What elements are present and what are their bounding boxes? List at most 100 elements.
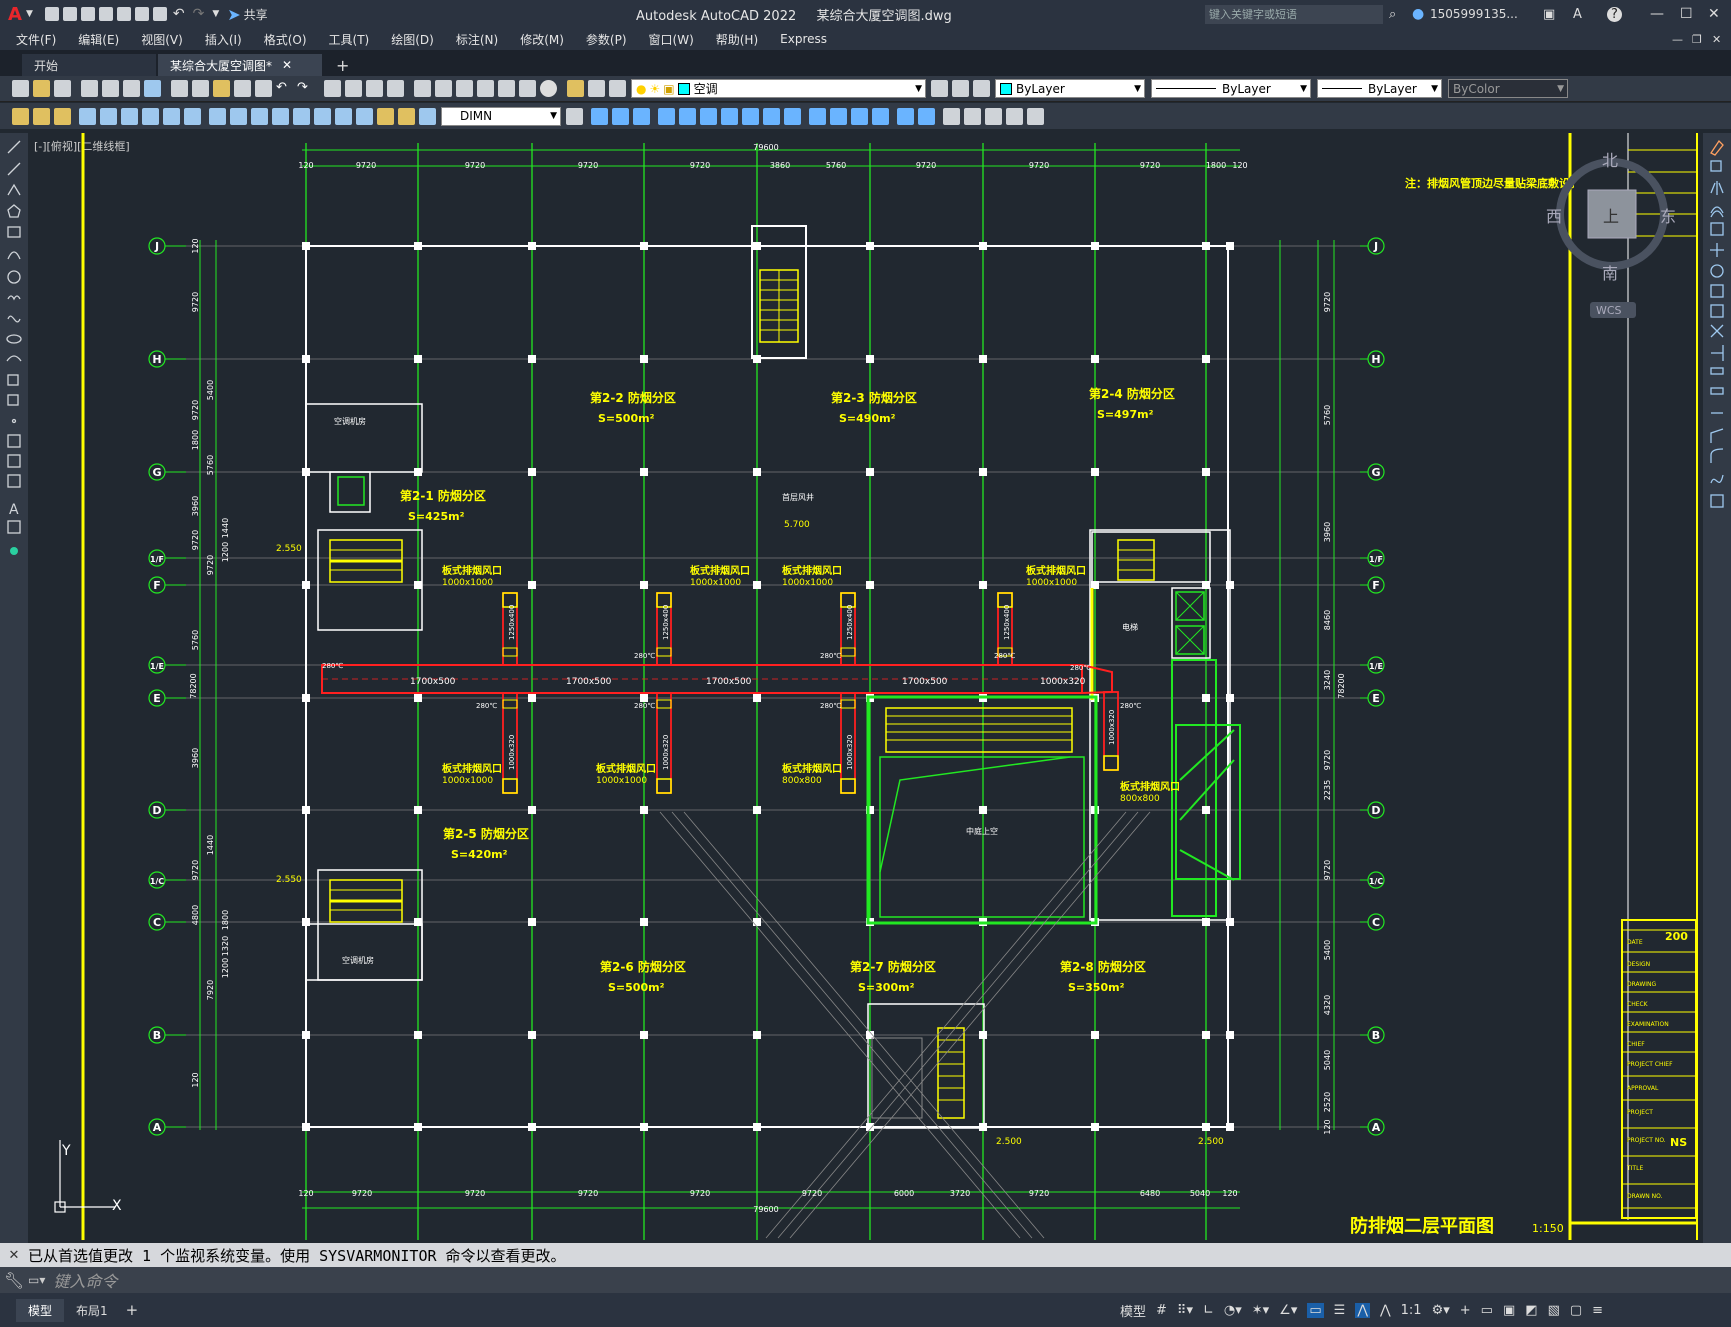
- tolerance-icon[interactable]: [293, 107, 310, 125]
- autocad-logo[interactable]: A: [8, 4, 22, 25]
- sheet-set-icon[interactable]: [477, 80, 494, 97]
- tab-start[interactable]: 开始: [22, 54, 156, 76]
- wrench-icon[interactable]: 🔧︎: [0, 1271, 28, 1290]
- save-icon[interactable]: [80, 7, 95, 21]
- plot-preview-icon[interactable]: [102, 80, 119, 97]
- help-icon[interactable]: ?: [1607, 6, 1622, 22]
- 3d-print-icon[interactable]: [144, 80, 161, 97]
- app-menu-chevron-icon[interactable]: ▼: [26, 9, 33, 19]
- cart-icon[interactable]: ▣: [1543, 7, 1555, 22]
- annotation-scale[interactable]: 1:1: [1401, 1303, 1422, 1318]
- menu-parametric[interactable]: 参数(P): [586, 31, 627, 48]
- publish-icon[interactable]: [123, 80, 140, 97]
- snap-icon[interactable]: ⠿▾: [1177, 1303, 1193, 1318]
- tab-close-icon[interactable]: ✕: [282, 58, 292, 72]
- modify-array-icon[interactable]: [679, 107, 696, 125]
- quick-properties-icon[interactable]: ▣: [1503, 1303, 1515, 1318]
- dim-update-icon[interactable]: [419, 107, 436, 125]
- user-icon[interactable]: ●: [1412, 6, 1424, 22]
- circle-tool-icon[interactable]: [7, 270, 21, 284]
- fillet-tool-icon[interactable]: [1710, 448, 1724, 463]
- modify-fillet-icon[interactable]: [897, 107, 914, 125]
- modify-copy-icon[interactable]: [612, 107, 629, 125]
- polygon-tool-icon[interactable]: [7, 204, 21, 218]
- blend-tool-icon[interactable]: [1710, 474, 1724, 484]
- jogged-linear-icon[interactable]: [356, 107, 373, 125]
- copy-tool-icon[interactable]: [1710, 160, 1722, 172]
- modify-trim-icon[interactable]: [784, 107, 801, 125]
- insert-block-tool-icon[interactable]: [7, 374, 19, 386]
- dim-arc-icon[interactable]: [54, 107, 71, 125]
- region-tool-icon[interactable]: [7, 474, 21, 488]
- color-dropdown[interactable]: ByLayer ▼: [995, 79, 1145, 98]
- modify-stretch-icon[interactable]: [763, 107, 780, 125]
- isolate-objects-icon[interactable]: ◩: [1525, 1303, 1537, 1318]
- new-icon[interactable]: [12, 80, 29, 97]
- layer-previous-icon[interactable]: [609, 80, 626, 97]
- menu-help[interactable]: 帮助(H): [716, 31, 758, 48]
- quick-calc-icon[interactable]: [519, 80, 536, 97]
- hatch-tool-icon[interactable]: [7, 434, 21, 448]
- modify-join-icon[interactable]: [851, 107, 868, 125]
- menu-draw[interactable]: 绘图(D): [391, 31, 434, 48]
- modify-explode-icon[interactable]: [918, 107, 935, 125]
- zoom-realtime-icon[interactable]: [345, 80, 362, 97]
- redo-tool-icon[interactable]: ↷: [297, 80, 314, 97]
- dim-diameter-icon[interactable]: [142, 107, 159, 125]
- modify-erase-icon[interactable]: [591, 107, 608, 125]
- wcs-menu[interactable]: WCS: [1596, 304, 1622, 317]
- modify-extend-icon[interactable]: [809, 107, 826, 125]
- polyline-tool-icon[interactable]: [7, 183, 21, 196]
- annotation-autoscale-icon[interactable]: ⋀: [1380, 1303, 1391, 1318]
- menu-express[interactable]: Express: [780, 32, 827, 46]
- revcloud-tool-icon[interactable]: [7, 295, 21, 301]
- compass-west-label[interactable]: 西: [1546, 207, 1562, 226]
- menu-tools[interactable]: 工具(T): [329, 31, 370, 48]
- close-icon[interactable]: ✕: [1708, 6, 1720, 22]
- line-tool-icon[interactable]: [7, 140, 21, 154]
- help-tool-icon[interactable]: [540, 80, 557, 97]
- dim-jogged-icon[interactable]: [121, 107, 138, 125]
- search-input[interactable]: 键入关键字或短语: [1209, 6, 1297, 22]
- save-tool-icon[interactable]: [54, 80, 71, 97]
- make-block-tool-icon[interactable]: [7, 394, 19, 406]
- layout-tab-model[interactable]: 模型: [16, 1298, 65, 1322]
- block-editor-icon[interactable]: [255, 80, 272, 97]
- search-box[interactable]: 键入关键字或短语: [1205, 4, 1383, 24]
- make-current-icon[interactable]: [931, 80, 948, 97]
- save-as-icon[interactable]: [98, 7, 113, 21]
- undo-tool-icon[interactable]: ↶: [276, 80, 293, 97]
- menu-window[interactable]: 窗口(W): [649, 31, 694, 48]
- dim-baseline-icon[interactable]: [209, 107, 226, 125]
- layer-dropdown[interactable]: ● ☀ ▣ 空调 ▼: [631, 79, 926, 98]
- modify-mirror-icon[interactable]: [633, 107, 650, 125]
- stretch-tool-icon[interactable]: [1710, 304, 1724, 318]
- rectangle-tool-icon[interactable]: [7, 226, 21, 238]
- dim-linear-icon[interactable]: [12, 107, 29, 125]
- markup-icon[interactable]: [498, 80, 515, 97]
- customize-qat-icon[interactable]: ▼: [212, 9, 219, 19]
- linetype-dropdown[interactable]: ByLayer ▼: [1151, 79, 1311, 98]
- modify-offset-icon[interactable]: [658, 107, 675, 125]
- isodraft-icon[interactable]: ✶▾: [1252, 1303, 1269, 1318]
- dim-space-icon[interactable]: [251, 107, 268, 125]
- search-icon[interactable]: ⌕: [1389, 7, 1396, 22]
- compass-south-label[interactable]: 南: [1602, 264, 1618, 283]
- doc-close-icon[interactable]: ✕: [1712, 33, 1721, 46]
- drawing-area[interactable]: [-][俯视][二维线框]: [28, 133, 1703, 1243]
- command-close-icon[interactable]: ✕: [0, 1248, 28, 1263]
- workspace-gear-icon[interactable]: ⚙▾: [1432, 1303, 1450, 1318]
- grid-icon[interactable]: #: [1156, 1303, 1167, 1318]
- arc-tool-icon[interactable]: [7, 251, 21, 260]
- new-tab-button[interactable]: +: [324, 54, 361, 76]
- undo-icon[interactable]: ↶: [173, 6, 185, 22]
- open-web-icon[interactable]: [116, 7, 131, 21]
- paste-icon[interactable]: [213, 80, 230, 97]
- layer-tools-icon[interactable]: [973, 80, 990, 97]
- modify-chamfer-icon[interactable]: [872, 107, 889, 125]
- dim-text-edit-icon[interactable]: [398, 107, 415, 125]
- menu-dimension[interactable]: 标注(N): [456, 31, 498, 48]
- annotation-visibility-icon[interactable]: ⋀: [1355, 1302, 1370, 1318]
- modify-rotate-icon[interactable]: [721, 107, 738, 125]
- layout-tab-1[interactable]: 布局1: [64, 1299, 120, 1322]
